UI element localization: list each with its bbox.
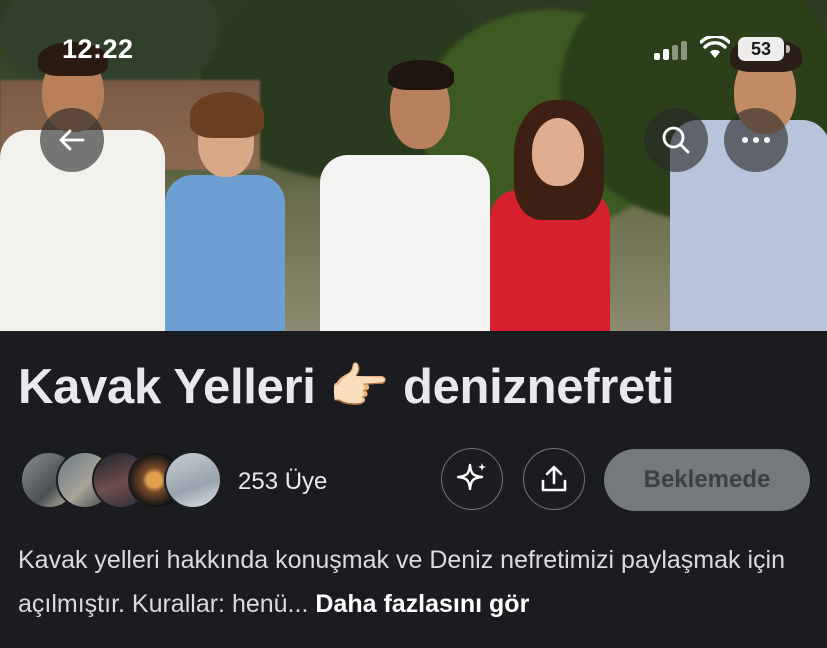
cellular-signal-icon — [654, 40, 690, 60]
status-time: 12:22 — [62, 34, 134, 64]
battery-indicator: 53 — [738, 37, 784, 61]
share-button[interactable] — [523, 448, 585, 510]
member-count[interactable]: 253 Üye — [238, 468, 327, 496]
see-more-link[interactable]: Daha fazlasını gör — [315, 590, 529, 618]
avatar — [164, 451, 222, 509]
share-icon — [541, 465, 567, 492]
more-options-button[interactable] — [724, 108, 788, 172]
back-button[interactable] — [40, 108, 104, 172]
battery-tip — [786, 45, 790, 53]
pending-request-button[interactable]: Beklemede — [604, 449, 810, 511]
arrow-left-icon — [59, 129, 85, 151]
sparkle-icon — [456, 463, 486, 491]
member-avatars[interactable] — [20, 451, 230, 509]
community-description: Kavak yelleri hakkında konuşmak ve Deniz… — [18, 538, 818, 626]
search-button[interactable] — [644, 108, 708, 172]
status-bar: 12:22 53 — [0, 0, 827, 100]
search-icon — [662, 126, 690, 154]
community-title: Kavak Yelleri 👉🏻 deniznefreti — [18, 360, 675, 414]
wifi-icon — [700, 36, 730, 58]
more-horizontal-icon — [742, 137, 770, 143]
ai-assistant-button[interactable] — [441, 448, 503, 510]
